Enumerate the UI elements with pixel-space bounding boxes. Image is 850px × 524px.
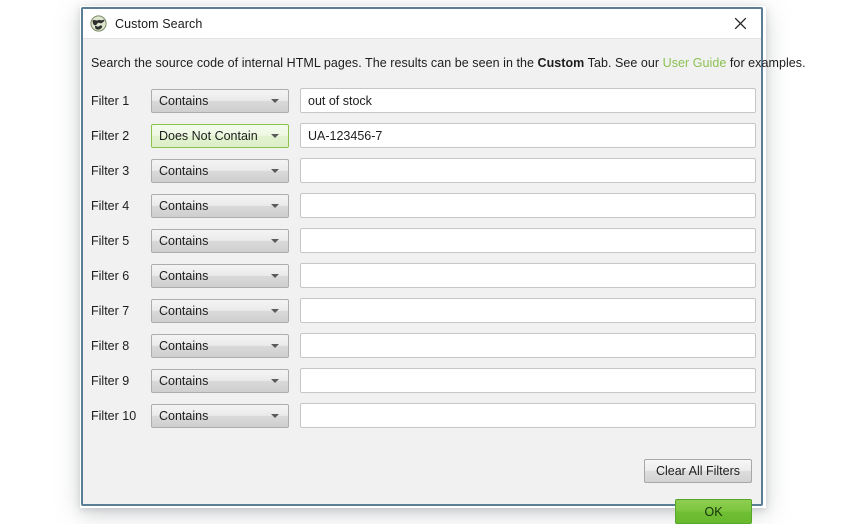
filter-rows: Filter 1 Contains Filter 2 Does Not Cont…	[91, 83, 756, 433]
ok-button-container: OK	[675, 499, 752, 524]
chevron-down-icon	[271, 378, 279, 383]
chevron-down-icon	[271, 168, 279, 173]
filter-label: Filter 5	[91, 233, 130, 248]
filter-row: Filter 1 Contains	[91, 83, 756, 118]
filter-label: Filter 3	[91, 163, 130, 178]
ok-button[interactable]: OK	[675, 499, 752, 524]
filter-row: Filter 2 Does Not Contain	[91, 118, 756, 153]
filter-condition-select[interactable]: Contains	[151, 158, 289, 183]
filter-label: Filter 1	[91, 93, 130, 108]
clear-all-filters-container: Clear All Filters	[643, 459, 752, 483]
description-text: Search the source code of internal HTML …	[91, 56, 806, 70]
filter-condition-select[interactable]: Contains	[151, 298, 289, 323]
filter-row: Filter 5 Contains	[91, 223, 756, 258]
filter-label: Filter 7	[91, 303, 130, 318]
description-part1: Search the source code of internal HTML …	[91, 56, 538, 70]
title-bar: Custom Search	[83, 9, 761, 38]
filter-condition-value: Contains	[159, 408, 209, 423]
filter-condition-select[interactable]: Contains	[151, 228, 289, 253]
filter-label: Filter 10	[91, 408, 137, 423]
filter-value-input[interactable]	[300, 193, 756, 218]
chevron-down-icon	[271, 98, 279, 103]
filter-condition-select[interactable]: Contains	[151, 263, 289, 288]
app-globe-icon	[90, 15, 107, 32]
clear-all-filters-button[interactable]: Clear All Filters	[643, 459, 752, 483]
filter-label: Filter 2	[91, 128, 130, 143]
custom-search-dialog: Custom Search Search the source code of …	[81, 7, 806, 524]
filter-row: Filter 7 Contains	[91, 293, 756, 328]
filter-condition-value: Does Not Contain	[159, 128, 258, 143]
description-part3: for examples.	[726, 56, 806, 70]
filter-condition-select[interactable]: Contains	[151, 333, 289, 358]
filter-value-input[interactable]	[300, 123, 756, 148]
filter-condition-value: Contains	[159, 373, 209, 388]
filter-value-input[interactable]	[300, 368, 756, 393]
filter-value-input[interactable]	[300, 263, 756, 288]
filter-value-input[interactable]	[300, 158, 756, 183]
filter-row: Filter 8 Contains	[91, 328, 756, 363]
filter-label: Filter 4	[91, 198, 130, 213]
chevron-down-icon	[271, 133, 279, 138]
filter-condition-select[interactable]: Contains	[151, 403, 289, 428]
chevron-down-icon	[271, 413, 279, 418]
description-part2: Tab. See our	[584, 56, 663, 70]
dialog-body: Search the source code of internal HTML …	[83, 39, 806, 524]
chevron-down-icon	[271, 238, 279, 243]
filter-condition-value: Contains	[159, 93, 209, 108]
filter-condition-value: Contains	[159, 198, 209, 213]
description-bold-custom: Custom	[537, 56, 585, 70]
chevron-down-icon	[271, 273, 279, 278]
filter-value-input[interactable]	[300, 228, 756, 253]
filter-condition-value: Contains	[159, 268, 209, 283]
filter-condition-select[interactable]: Does Not Contain	[151, 123, 289, 148]
filter-row: Filter 4 Contains	[91, 188, 756, 223]
filter-condition-value: Contains	[159, 303, 209, 318]
filter-condition-select[interactable]: Contains	[151, 88, 289, 113]
filter-row: Filter 6 Contains	[91, 258, 756, 293]
filter-condition-value: Contains	[159, 233, 209, 248]
user-guide-link[interactable]: User Guide	[663, 56, 727, 70]
filter-row: Filter 3 Contains	[91, 153, 756, 188]
filter-value-input[interactable]	[300, 298, 756, 323]
chevron-down-icon	[271, 308, 279, 313]
close-icon[interactable]	[719, 9, 761, 37]
filter-row: Filter 10 Contains	[91, 398, 756, 433]
window-title: Custom Search	[115, 16, 203, 31]
filter-label: Filter 9	[91, 373, 130, 388]
filter-label: Filter 6	[91, 268, 130, 283]
filter-condition-select[interactable]: Contains	[151, 368, 289, 393]
chevron-down-icon	[271, 203, 279, 208]
filter-value-input[interactable]	[300, 88, 756, 113]
filter-condition-value: Contains	[159, 338, 209, 353]
filter-value-input[interactable]	[300, 333, 756, 358]
filter-condition-value: Contains	[159, 163, 209, 178]
filter-row: Filter 9 Contains	[91, 363, 756, 398]
filter-condition-select[interactable]: Contains	[151, 193, 289, 218]
filter-label: Filter 8	[91, 338, 130, 353]
chevron-down-icon	[271, 343, 279, 348]
filter-value-input[interactable]	[300, 403, 756, 428]
